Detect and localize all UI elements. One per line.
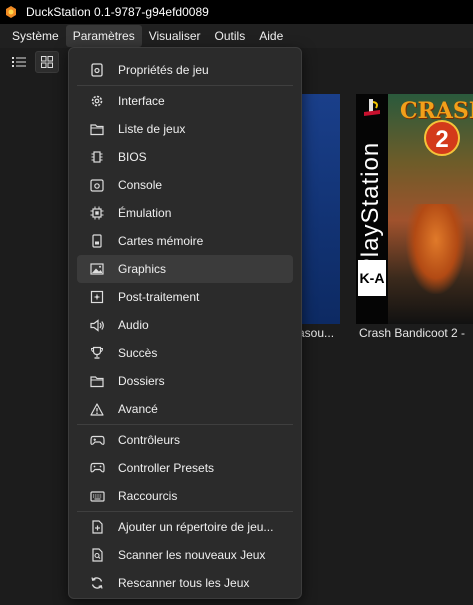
properties-icon bbox=[89, 62, 105, 78]
menu-item-achievements[interactable]: Succès bbox=[77, 339, 293, 367]
game-title: asou... bbox=[298, 326, 335, 340]
menu-item-graphics[interactable]: Graphics bbox=[77, 255, 293, 283]
console-icon bbox=[89, 177, 105, 193]
menu-item-console[interactable]: Console bbox=[77, 171, 293, 199]
sparkle-icon bbox=[89, 289, 105, 305]
gear-icon bbox=[89, 93, 105, 109]
esrb-rating-badge: K-A bbox=[358, 260, 386, 296]
memory-card-icon bbox=[89, 233, 105, 249]
menu-item-interface[interactable]: Interface bbox=[77, 87, 293, 115]
menu-visualiser[interactable]: Visualiser bbox=[142, 25, 208, 47]
duck-app-icon bbox=[6, 6, 16, 18]
grid-icon bbox=[41, 56, 53, 68]
menu-separator bbox=[77, 511, 293, 512]
menu-item-game-properties[interactable]: Propriétés de jeu bbox=[77, 56, 293, 84]
menu-item-folders[interactable]: Dossiers bbox=[77, 367, 293, 395]
list-view-button[interactable] bbox=[7, 51, 31, 73]
menu-item-memory-cards[interactable]: Cartes mémoire bbox=[77, 227, 293, 255]
menu-item-controllers[interactable]: Contrôleurs bbox=[77, 426, 293, 454]
menu-bar: Système Paramètres Visualiser Outils Aid… bbox=[0, 24, 473, 48]
menu-item-post-processing[interactable]: Post-traitement bbox=[77, 283, 293, 311]
menu-item-scan-new-games[interactable]: Scanner les nouveaux Jeux bbox=[77, 541, 293, 569]
game-cover-crash[interactable]: CRASH 2 PlayStation K-A bbox=[356, 94, 473, 324]
parametres-dropdown-menu: Propriétés de jeu Interface Liste de jeu… bbox=[68, 47, 302, 599]
image-icon bbox=[89, 261, 105, 277]
warning-icon bbox=[89, 401, 105, 417]
add-folder-icon bbox=[89, 519, 105, 535]
cover-number: 2 bbox=[424, 120, 460, 156]
cover-character bbox=[406, 204, 466, 294]
menu-item-controller-presets[interactable]: Controller Presets bbox=[77, 454, 293, 482]
menu-item-audio[interactable]: Audio bbox=[77, 311, 293, 339]
keyboard-icon bbox=[89, 488, 105, 504]
trophy-icon bbox=[89, 345, 105, 361]
folder-icon bbox=[89, 121, 105, 137]
menu-item-add-game-directory[interactable]: Ajouter un répertoire de jeu... bbox=[77, 513, 293, 541]
game-title: Crash Bandicoot 2 - bbox=[359, 326, 466, 340]
menu-separator bbox=[77, 424, 293, 425]
chip-icon bbox=[89, 149, 105, 165]
menu-item-bios[interactable]: BIOS bbox=[77, 143, 293, 171]
menu-item-rescan-all-games[interactable]: Rescanner tous les Jeux bbox=[77, 569, 293, 597]
speaker-icon bbox=[89, 317, 105, 333]
refresh-icon bbox=[89, 575, 105, 591]
menu-outils[interactable]: Outils bbox=[208, 25, 253, 47]
title-bar: DuckStation 0.1-9787-g94efd0089 bbox=[0, 0, 473, 24]
gamepad-preset-icon bbox=[89, 460, 105, 476]
menu-item-game-list[interactable]: Liste de jeux bbox=[77, 115, 293, 143]
gamepad-icon bbox=[89, 432, 105, 448]
cpu-icon bbox=[89, 205, 105, 221]
folder-icon bbox=[89, 373, 105, 389]
grid-view-button[interactable] bbox=[35, 51, 59, 73]
list-icon bbox=[12, 57, 26, 67]
menu-separator bbox=[77, 85, 293, 86]
menu-item-advanced[interactable]: Avancé bbox=[77, 395, 293, 423]
window-title: DuckStation 0.1-9787-g94efd0089 bbox=[26, 5, 209, 19]
menu-item-shortcuts[interactable]: Raccourcis bbox=[77, 482, 293, 510]
scan-icon bbox=[89, 547, 105, 563]
menu-systeme[interactable]: Système bbox=[5, 25, 66, 47]
menu-item-emulation[interactable]: Émulation bbox=[77, 199, 293, 227]
playstation-logo-icon bbox=[364, 99, 380, 116]
menu-parametres[interactable]: Paramètres bbox=[65, 25, 142, 47]
menu-aide[interactable]: Aide bbox=[252, 25, 290, 47]
